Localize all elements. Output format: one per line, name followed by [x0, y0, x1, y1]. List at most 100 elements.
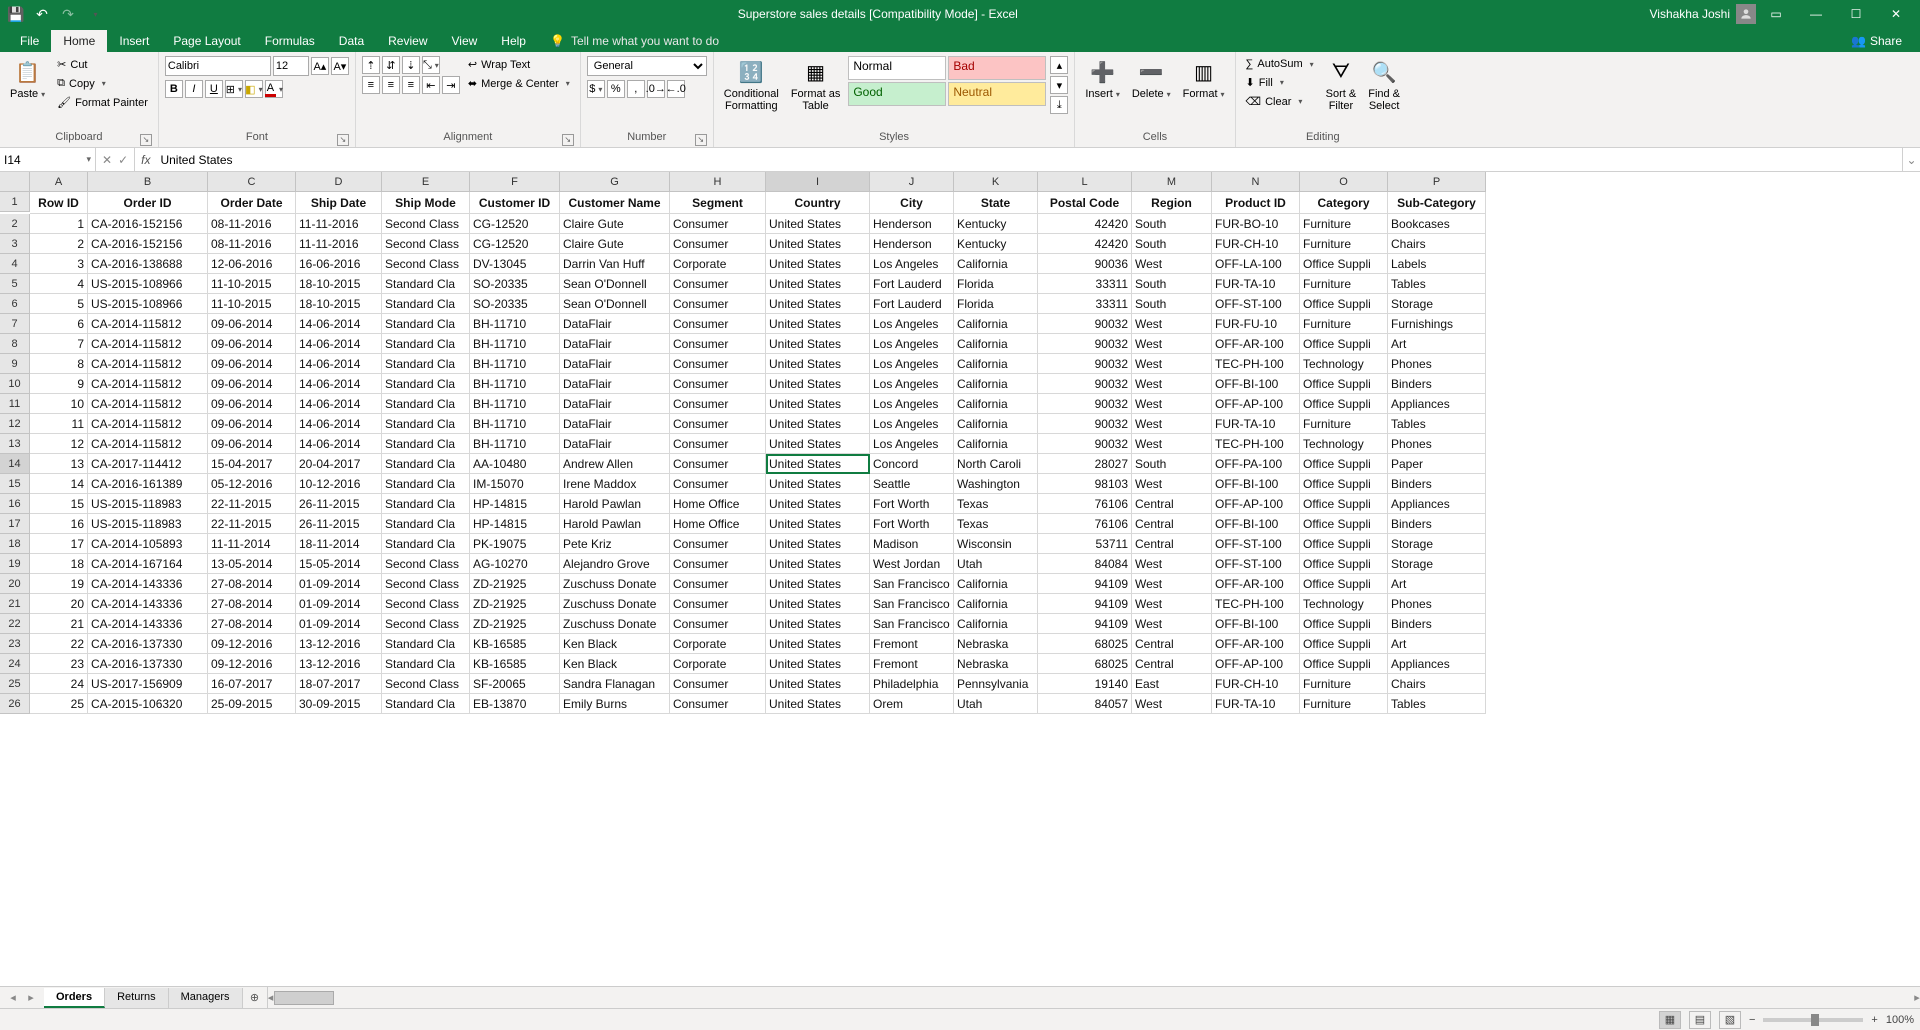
underline-icon[interactable]: U — [205, 80, 223, 98]
col-header-J[interactable]: J — [870, 172, 954, 192]
cell[interactable]: 12 — [30, 434, 88, 454]
cell[interactable]: Los Angeles — [870, 414, 954, 434]
cell[interactable]: Alejandro Grove — [560, 554, 670, 574]
cell[interactable]: South — [1132, 214, 1212, 234]
cell[interactable]: CA-2016-137330 — [88, 654, 208, 674]
cell[interactable]: Phones — [1388, 594, 1486, 614]
cell[interactable]: 19 — [30, 574, 88, 594]
cell[interactable]: 10-12-2016 — [296, 474, 382, 494]
delete-cells-button[interactable]: ➖Delete — [1128, 56, 1175, 102]
sheet-tab-managers[interactable]: Managers — [169, 988, 243, 1008]
cell[interactable]: Orem — [870, 694, 954, 714]
cell[interactable]: OFF-LA-100 — [1212, 254, 1300, 274]
cell[interactable]: 22-11-2015 — [208, 494, 296, 514]
cell[interactable]: Office Suppli — [1300, 374, 1388, 394]
cell[interactable]: 13 — [30, 454, 88, 474]
cell[interactable]: United States — [766, 514, 870, 534]
align-right-icon[interactable]: ≡ — [402, 76, 420, 94]
maximize-icon[interactable]: ☐ — [1836, 0, 1876, 28]
styles-scroll-down-icon[interactable]: ▾ — [1050, 76, 1068, 94]
cell[interactable]: Office Suppli — [1300, 534, 1388, 554]
cell[interactable]: CA-2015-106320 — [88, 694, 208, 714]
cell[interactable]: CG-12520 — [470, 234, 560, 254]
cell[interactable]: SO-20335 — [470, 294, 560, 314]
cell[interactable]: 14-06-2014 — [296, 314, 382, 334]
row-header-22[interactable]: 22 — [0, 614, 30, 634]
cell[interactable]: California — [954, 334, 1038, 354]
cell[interactable]: Second Class — [382, 254, 470, 274]
cell[interactable]: Standard Cla — [382, 414, 470, 434]
cell[interactable]: Fort Lauderd — [870, 294, 954, 314]
col-header-D[interactable]: D — [296, 172, 382, 192]
cell[interactable]: 16-06-2016 — [296, 254, 382, 274]
cell[interactable]: Central — [1132, 534, 1212, 554]
row-header-6[interactable]: 6 — [0, 294, 30, 314]
cell[interactable]: United States — [766, 214, 870, 234]
cell[interactable]: Office Suppli — [1300, 654, 1388, 674]
row-header-13[interactable]: 13 — [0, 434, 30, 454]
col-header-B[interactable]: B — [88, 172, 208, 192]
cell[interactable]: West — [1132, 334, 1212, 354]
cell[interactable]: 16 — [30, 514, 88, 534]
cell[interactable]: Appliances — [1388, 494, 1486, 514]
cell[interactable]: United States — [766, 674, 870, 694]
comma-format-icon[interactable]: , — [627, 80, 645, 98]
cell[interactable]: United States — [766, 234, 870, 254]
cell[interactable]: TEC-PH-100 — [1212, 434, 1300, 454]
cell[interactable]: 90032 — [1038, 314, 1132, 334]
wrap-text-button[interactable]: ↩Wrap Text — [464, 56, 574, 73]
cell[interactable]: Chairs — [1388, 674, 1486, 694]
row-header-19[interactable]: 19 — [0, 554, 30, 574]
style-bad[interactable]: Bad — [948, 56, 1046, 80]
cell[interactable]: Second Class — [382, 594, 470, 614]
cell[interactable]: West — [1132, 434, 1212, 454]
header-cell[interactable]: Region — [1132, 192, 1212, 214]
cell[interactable]: Kentucky — [954, 214, 1038, 234]
cell[interactable]: US-2015-108966 — [88, 274, 208, 294]
tab-file[interactable]: File — [8, 30, 51, 52]
cell[interactable]: BH-11710 — [470, 414, 560, 434]
cell[interactable]: US-2015-108966 — [88, 294, 208, 314]
cell[interactable]: Standard Cla — [382, 434, 470, 454]
cell[interactable]: Office Suppli — [1300, 394, 1388, 414]
cell[interactable]: HP-14815 — [470, 494, 560, 514]
cell[interactable]: Consumer — [670, 394, 766, 414]
cell[interactable]: Nebraska — [954, 634, 1038, 654]
row-header-11[interactable]: 11 — [0, 394, 30, 414]
save-icon[interactable]: 💾 — [4, 2, 28, 26]
cell[interactable]: Sandra Flanagan — [560, 674, 670, 694]
cell[interactable]: 18-10-2015 — [296, 294, 382, 314]
find-select-button[interactable]: 🔍Find & Select — [1364, 56, 1404, 114]
cell[interactable]: Storage — [1388, 294, 1486, 314]
cell[interactable]: Sean O'Donnell — [560, 294, 670, 314]
cell[interactable]: CA-2014-115812 — [88, 334, 208, 354]
row-header-1[interactable]: 1 — [0, 192, 30, 212]
cell[interactable]: 01-09-2014 — [296, 594, 382, 614]
cell[interactable]: 20-04-2017 — [296, 454, 382, 474]
row-header-10[interactable]: 10 — [0, 374, 30, 394]
cell[interactable]: KB-16585 — [470, 634, 560, 654]
cell[interactable]: Los Angeles — [870, 434, 954, 454]
cell[interactable]: 42420 — [1038, 234, 1132, 254]
cell[interactable]: BH-11710 — [470, 374, 560, 394]
cell[interactable]: 13-05-2014 — [208, 554, 296, 574]
cell[interactable]: Texas — [954, 494, 1038, 514]
cell[interactable]: Art — [1388, 334, 1486, 354]
cell[interactable]: Home Office — [670, 494, 766, 514]
row-header-26[interactable]: 26 — [0, 694, 30, 714]
cell[interactable]: United States — [766, 414, 870, 434]
cell[interactable]: SO-20335 — [470, 274, 560, 294]
cell[interactable]: 76106 — [1038, 514, 1132, 534]
cell[interactable]: 5 — [30, 294, 88, 314]
number-format-select[interactable]: General — [587, 56, 707, 76]
qat-customize-icon[interactable] — [82, 2, 106, 26]
cell[interactable]: 90036 — [1038, 254, 1132, 274]
cell[interactable]: 9 — [30, 374, 88, 394]
cell[interactable]: West — [1132, 594, 1212, 614]
cell[interactable]: US-2015-118983 — [88, 494, 208, 514]
cell[interactable]: Central — [1132, 634, 1212, 654]
cell[interactable]: 4 — [30, 274, 88, 294]
decrease-indent-icon[interactable]: ⇤ — [422, 76, 440, 94]
cell[interactable]: Furniture — [1300, 694, 1388, 714]
cell[interactable]: Binders — [1388, 474, 1486, 494]
